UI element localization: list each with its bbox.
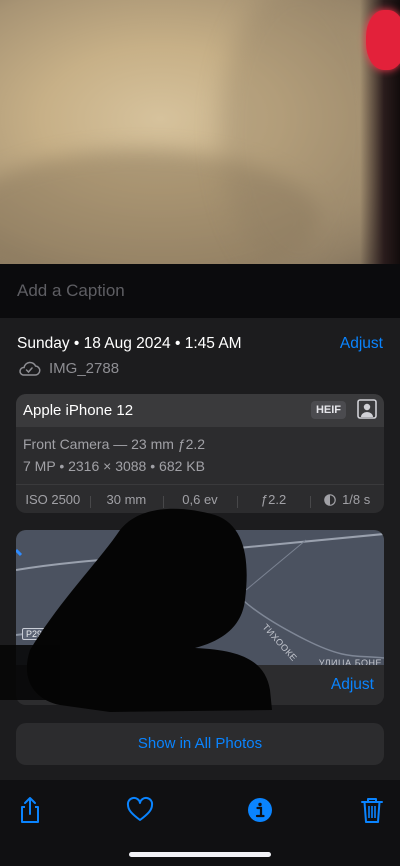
- camera-header: Apple iPhone 12 HEIF: [16, 394, 384, 427]
- caption-placeholder: Add a Caption: [17, 281, 125, 300]
- photo-shade: [220, 0, 380, 264]
- iso-value: ISO 2500: [25, 492, 81, 507]
- photo-preview[interactable]: [0, 0, 400, 264]
- home-indicator: [129, 852, 271, 857]
- format-badge: HEIF: [310, 401, 346, 419]
- exposure-value: 0,6 ev: [163, 492, 237, 508]
- adjust-location-button[interactable]: Adjust: [331, 676, 374, 694]
- date-time: Sunday • 18 Aug 2024 • 1:45 AM: [17, 335, 242, 352]
- trash-icon[interactable]: [358, 796, 386, 824]
- image-specs: 7 MP • 2316 × 3088 • 682 KB: [23, 458, 205, 474]
- shutter-speed-icon: [324, 493, 336, 506]
- photo-red-light: [366, 10, 400, 70]
- map-roads: [16, 533, 384, 666]
- map-view[interactable]: P297 ТИХООКЕ УЛИЦА БОНЕ: [16, 530, 384, 668]
- lens-info: Front Camera — 23 mm ƒ2.2: [23, 436, 206, 452]
- shutter-cell: 1/8 s: [310, 492, 384, 508]
- shutter-value: 1/8 s: [342, 492, 371, 507]
- map-card[interactable]: P297 ТИХООКЕ УЛИЦА БОНЕ Р. Обсерваторна …: [16, 530, 384, 705]
- file-name: IMG_2788: [49, 359, 120, 377]
- map-location-label: Р. Обсерваторна Мар: [96, 676, 246, 693]
- show-in-all-photos-button[interactable]: Show in All Photos: [16, 723, 384, 765]
- icloud-icon: [19, 361, 41, 376]
- road-shield: P297: [22, 628, 52, 640]
- adjust-date-button[interactable]: Adjust: [340, 335, 383, 353]
- focal-length-value: 30 mm: [89, 492, 164, 508]
- camera-model: Apple iPhone 12: [23, 402, 134, 419]
- aperture-value: ƒ2.2: [236, 492, 311, 508]
- camera-info-card: Apple iPhone 12 HEIF Front Camera — 23 m…: [16, 394, 384, 513]
- share-icon[interactable]: [16, 796, 44, 824]
- info-icon[interactable]: [246, 796, 274, 824]
- file-row: IMG_2788: [17, 358, 119, 378]
- info-panel: Sunday • 18 Aug 2024 • 1:45 AM Adjust IM…: [0, 318, 400, 780]
- portrait-icon[interactable]: [357, 399, 377, 419]
- exif-row: ISO 2500 30 mm 0,6 ev ƒ2.2 1/8 s: [16, 484, 384, 513]
- caption-field[interactable]: Add a Caption: [0, 264, 400, 319]
- map-footer: Р. Обсерваторна Мар Adjust: [16, 665, 384, 705]
- heart-icon[interactable]: [126, 796, 154, 824]
